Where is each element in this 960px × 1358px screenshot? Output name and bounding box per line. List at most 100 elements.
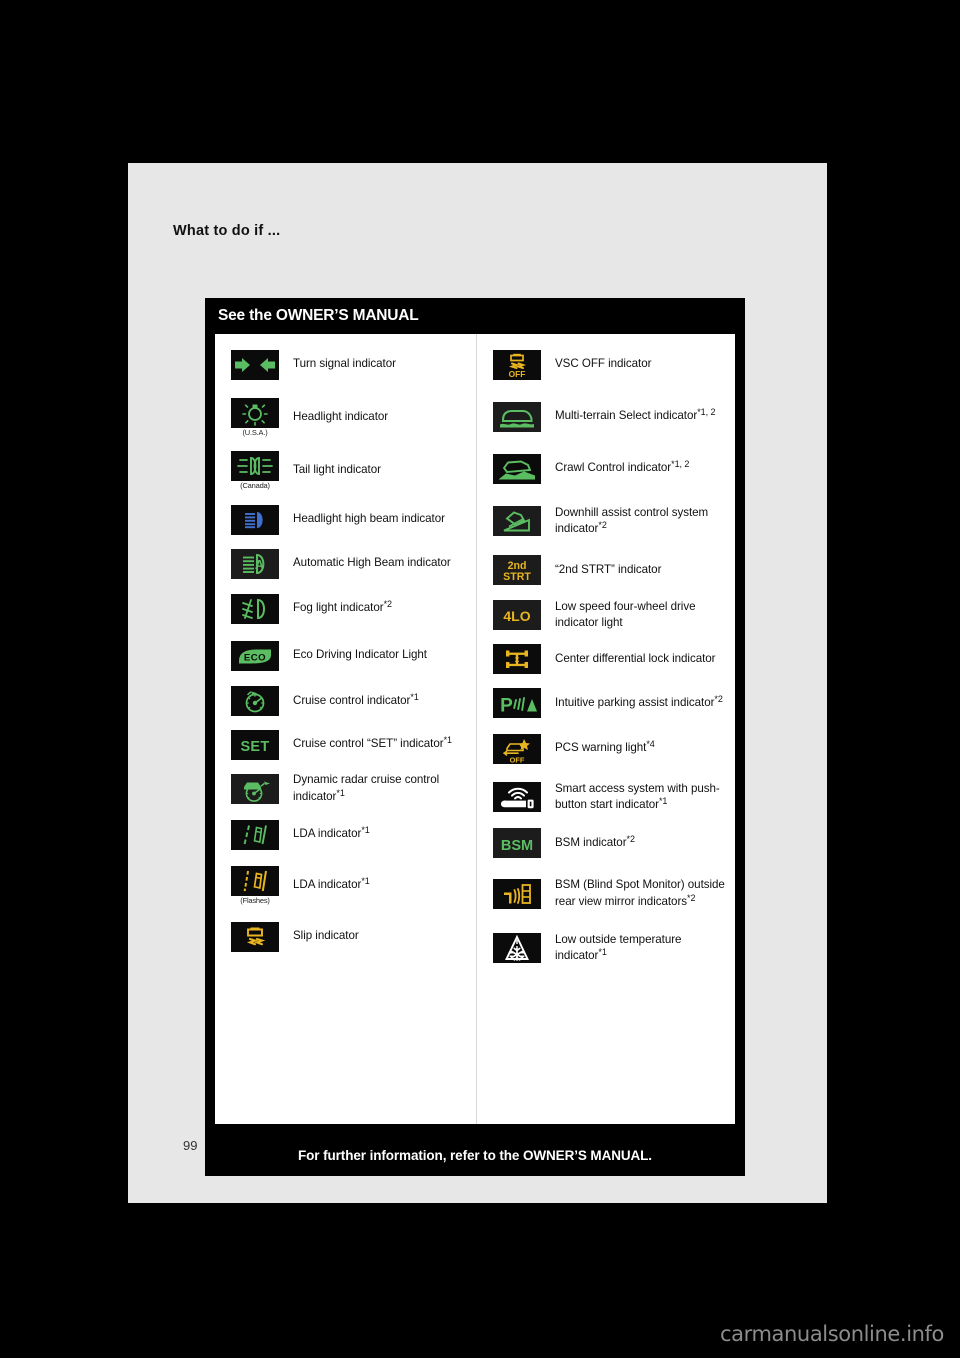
- indicator-label-text: Eco Driving Indicator Light: [293, 648, 427, 662]
- table-row: Multi-terrain Select indicator*1, 2: [477, 391, 735, 442]
- indicator-label-text: BSM indicator: [555, 835, 627, 849]
- lda-amber-icon: [231, 866, 279, 897]
- table-row: ECO Eco Driving Indicator Light: [215, 632, 476, 679]
- indicator-icon-cell: OFF: [485, 733, 549, 764]
- table-row: BSM BSM indicator*2: [477, 822, 735, 864]
- indicator-icon-cell: 2nd STRT: [485, 555, 549, 585]
- indicator-footnote-marker: *2: [598, 520, 607, 530]
- indicator-column-right: OFF VSC OFF indicator Multi-terrain Select…: [477, 334, 735, 1124]
- indicator-label-text: Fog light indicator: [293, 601, 384, 615]
- indicator-label-text: Headlight indicator: [293, 410, 389, 424]
- indicator-label-text: BSM (Blind Spot Monitor) outside rear vi…: [555, 878, 725, 908]
- table-row: BSM (Blind Spot Monitor) outside rear vi…: [477, 864, 735, 923]
- indicator-label: Center differential lock indicator: [549, 651, 735, 667]
- indicator-icon-cell: [223, 819, 287, 850]
- high-beam-icon: [231, 504, 279, 535]
- indicator-footnote-marker: *1: [410, 691, 419, 702]
- multi-terrain-select-icon: [493, 401, 541, 432]
- svg-text:x: x: [515, 655, 520, 664]
- table-row: (Flashes) LDA indicator*1: [215, 858, 476, 913]
- indicator-icon-cell: [223, 504, 287, 535]
- table-row: A Automatic High Beam indicator: [215, 542, 476, 585]
- indicator-icon-cell: OFF: [485, 349, 549, 380]
- crawl-control-icon: [493, 453, 541, 484]
- svg-text:4LO: 4LO: [503, 608, 530, 624]
- indicator-table: Turn signal indicator (U.S.A.) Headlight i…: [215, 334, 735, 1124]
- indicator-icon-cell: P: [485, 688, 549, 718]
- indicator-label-text: “2nd STRT” indicator: [555, 562, 662, 576]
- indicator-label-text: LDA indicator: [293, 827, 362, 841]
- turn-signal-icon: [231, 349, 279, 380]
- slip-indicator-icon: [231, 921, 279, 952]
- intuitive-parking-assist-icon: P: [493, 688, 541, 718]
- indicator-footnote-marker: *2: [714, 693, 723, 704]
- indicator-icon-cell: x: [485, 644, 549, 674]
- indicator-label: LDA indicator*1: [287, 825, 476, 842]
- indicator-label-text: Tail light indicator: [293, 463, 381, 477]
- indicator-label: BSM (Blind Spot Monitor) outside rear vi…: [549, 877, 735, 910]
- table-row: Slip indicator: [215, 913, 476, 960]
- headlight-icon: [231, 398, 279, 429]
- indicator-label: Downhill assist control system indicator…: [549, 505, 735, 538]
- indicator-label-text: Turn signal indicator: [293, 357, 396, 371]
- lda-green-icon: [231, 819, 279, 850]
- table-row: 4LO Low speed four-wheel drive indicator …: [477, 593, 735, 637]
- indicator-footnote-marker: *1: [361, 825, 370, 836]
- indicator-icon-cell: [485, 506, 549, 536]
- indicator-icon-cell: (Flashes): [223, 866, 287, 905]
- site-watermark: carmanualsonline.info: [720, 1322, 944, 1346]
- indicator-footnote-marker: *1, 2: [671, 459, 690, 470]
- indicator-icon-cell: [223, 773, 287, 804]
- indicator-icon-cell: A: [223, 548, 287, 579]
- indicator-footnote-marker: *1: [443, 735, 452, 746]
- table-row: Dynamic radar cruise control indicator*1: [215, 766, 476, 811]
- table-row: Cruise control indicator*1: [215, 679, 476, 723]
- indicator-label-text: Slip indicator: [293, 929, 359, 943]
- indicator-footnote-marker: *1: [598, 947, 607, 957]
- indicator-label: BSM indicator*2: [549, 834, 735, 851]
- low-outside-temperature-icon: [493, 933, 541, 963]
- indicator-label: Cruise control “SET” indicator*1: [287, 735, 476, 752]
- cruise-control-set-icon: SET: [231, 729, 279, 760]
- indicator-label: Cruise control indicator*1: [287, 691, 476, 709]
- indicator-label-text: Low speed four-wheel drive indicator lig…: [555, 599, 696, 629]
- smart-access-key-icon: [493, 782, 541, 812]
- indicator-icon-cell: [485, 782, 549, 812]
- table-row: Low outside temperature indicator*1: [477, 923, 735, 973]
- indicator-label: Intuitive parking assist indicator*2: [549, 693, 735, 711]
- indicator-footnote-marker: *4: [646, 739, 655, 750]
- indicator-footnote-marker: *2: [687, 892, 696, 903]
- indicator-label-text: Automatic High Beam indicator: [293, 556, 451, 570]
- indicator-icon-cell: [223, 593, 287, 624]
- indicator-icon-cell: SET: [223, 729, 287, 760]
- four-lo-icon: 4LO: [493, 600, 541, 630]
- svg-text:OFF: OFF: [509, 369, 526, 379]
- indicator-icon-cell: BSM: [485, 828, 549, 858]
- page-number: 99: [183, 1138, 198, 1153]
- svg-text:BSM: BSM: [501, 838, 533, 854]
- indicator-label: LDA indicator*1: [287, 876, 476, 893]
- indicator-icon-cell: [223, 349, 287, 380]
- indicator-column-left: Turn signal indicator (U.S.A.) Headlight i…: [215, 334, 477, 1124]
- indicator-label: Eco Driving Indicator Light: [287, 647, 476, 663]
- automatic-high-beam-icon: A: [231, 548, 279, 579]
- table-row: OFF PCS warning light*4: [477, 725, 735, 772]
- table-row: Smart access system with push-button sta…: [477, 772, 735, 822]
- indicator-label: “2nd STRT” indicator: [549, 562, 735, 578]
- page-title: What to do if ...: [173, 223, 281, 239]
- indicator-label-text: PCS warning light: [555, 741, 647, 755]
- indicator-icon-cell: [485, 401, 549, 432]
- bsm-icon: BSM: [493, 828, 541, 858]
- indicator-label-text: Multi-terrain Select indicator: [555, 409, 698, 423]
- table-row: Crawl Control indicator*1, 2: [477, 442, 735, 495]
- indicator-label-text: Crawl Control indicator: [555, 461, 672, 475]
- second-start-icon: 2nd STRT: [493, 555, 541, 585]
- indicator-label: Turn signal indicator: [287, 356, 476, 372]
- indicator-label-text: Cruise control indicator: [293, 693, 411, 707]
- indicator-footnote-marker: *1: [336, 787, 345, 798]
- indicator-icon-cell: [485, 453, 549, 484]
- indicator-label-text: Downhill assist control system indicator: [555, 505, 709, 535]
- table-row: Fog light indicator*2: [215, 585, 476, 632]
- indicator-label: PCS warning light*4: [549, 739, 735, 756]
- indicator-label-text: VSC OFF indicator: [555, 357, 652, 371]
